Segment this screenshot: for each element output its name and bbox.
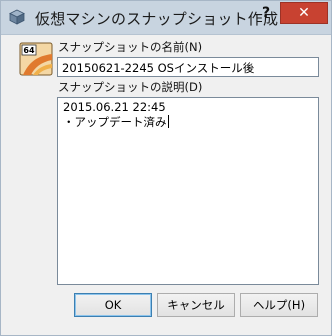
help-button[interactable]: ヘルプ(H): [240, 293, 318, 317]
description-line-1: 2015.06.21 22:45: [63, 100, 166, 114]
description-line-2-wrap: ・アップデート済み: [63, 115, 313, 130]
snapshot-dialog: 仮想マシンのスナップショット作成 ? ✕ 64 スナップショットの名前(N) 2…: [0, 0, 332, 336]
description-line-2: ・アップデート済み: [63, 115, 167, 129]
title-bar[interactable]: 仮想マシンのスナップショット作成 ? ✕: [1, 1, 331, 35]
title-help-button[interactable]: ?: [253, 3, 279, 23]
snapshot-description-label: スナップショットの説明(D): [58, 80, 203, 94]
snapshot-description-textarea[interactable]: 2015.06.21 22:45 ・アップデート済み: [57, 97, 319, 285]
snapshot-64-icon: 64: [19, 42, 53, 76]
snapshot-name-input[interactable]: 20150621-2245 OSインストール後: [57, 57, 319, 77]
ok-button[interactable]: OK: [74, 293, 152, 317]
text-caret: [167, 115, 169, 128]
snapshot-badge-text: 64: [23, 46, 35, 55]
virtualbox-cube-icon: [9, 9, 25, 25]
close-button[interactable]: ✕: [280, 2, 328, 24]
snapshot-name-label: スナップショットの名前(N): [58, 40, 203, 54]
window-title: 仮想マシンのスナップショット作成: [35, 10, 279, 28]
cancel-button[interactable]: キャンセル: [157, 293, 235, 317]
